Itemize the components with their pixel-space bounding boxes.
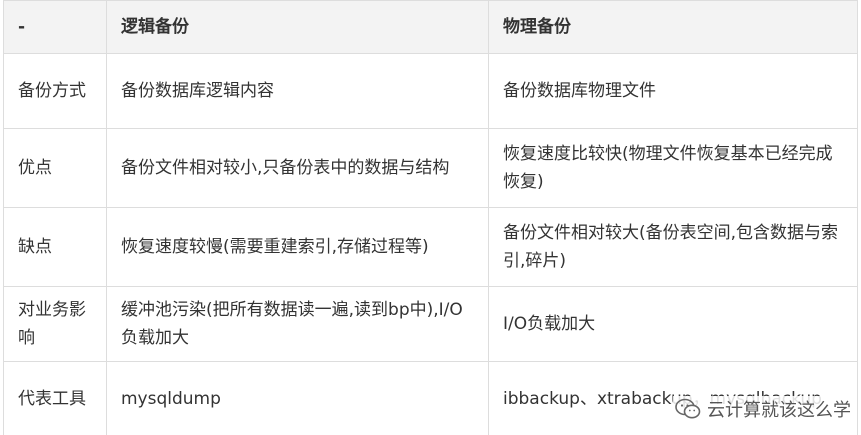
comparison-table-container: - 逻辑备份 物理备份 备份方式 备份数据库逻辑内容 备份数据库物理文件 优点 … bbox=[0, 0, 861, 435]
backup-comparison-table: - 逻辑备份 物理备份 备份方式 备份数据库逻辑内容 备份数据库物理文件 优点 … bbox=[3, 0, 858, 435]
physical-cell: I/O负载加大 bbox=[488, 286, 858, 362]
wechat-icon bbox=[675, 398, 701, 419]
row-label: 对业务影响 bbox=[3, 286, 107, 362]
table-row: 对业务影响 缓冲池污染(把所有数据读一遍,读到bp中),I/O负载加大 I/O负… bbox=[3, 286, 858, 362]
table-row: 优点 备份文件相对较小,只备份表中的数据与结构 恢复速度比较快(物理文件恢复基本… bbox=[3, 128, 858, 208]
watermark: 云计算就该这么学 bbox=[673, 396, 853, 422]
row-label: 备份方式 bbox=[3, 53, 107, 129]
logical-cell: 缓冲池污染(把所有数据读一遍,读到bp中),I/O负载加大 bbox=[106, 286, 489, 362]
header-cell-logical-backup: 逻辑备份 bbox=[106, 0, 489, 54]
header-cell-label: - bbox=[3, 0, 107, 54]
row-label: 缺点 bbox=[3, 207, 107, 287]
table-header-row: - 逻辑备份 物理备份 bbox=[3, 0, 858, 54]
logical-cell: 恢复速度较慢(需要重建索引,存储过程等) bbox=[106, 207, 489, 287]
row-label: 优点 bbox=[3, 128, 107, 208]
table-row: 备份方式 备份数据库逻辑内容 备份数据库物理文件 bbox=[3, 53, 858, 129]
physical-cell: 恢复速度比较快(物理文件恢复基本已经完成恢复) bbox=[488, 128, 858, 208]
physical-cell: 备份数据库物理文件 bbox=[488, 53, 858, 129]
watermark-text: 云计算就该这么学 bbox=[707, 400, 851, 421]
physical-cell: 备份文件相对较大(备份表空间,包含数据与索引,碎片) bbox=[488, 207, 858, 287]
row-label: 代表工具 bbox=[3, 361, 107, 435]
logical-cell: 备份数据库逻辑内容 bbox=[106, 53, 489, 129]
table-row: 缺点 恢复速度较慢(需要重建索引,存储过程等) 备份文件相对较大(备份表空间,包… bbox=[3, 207, 858, 287]
logical-cell: mysqldump bbox=[106, 361, 489, 435]
header-cell-physical-backup: 物理备份 bbox=[488, 0, 858, 54]
logical-cell: 备份文件相对较小,只备份表中的数据与结构 bbox=[106, 128, 489, 208]
